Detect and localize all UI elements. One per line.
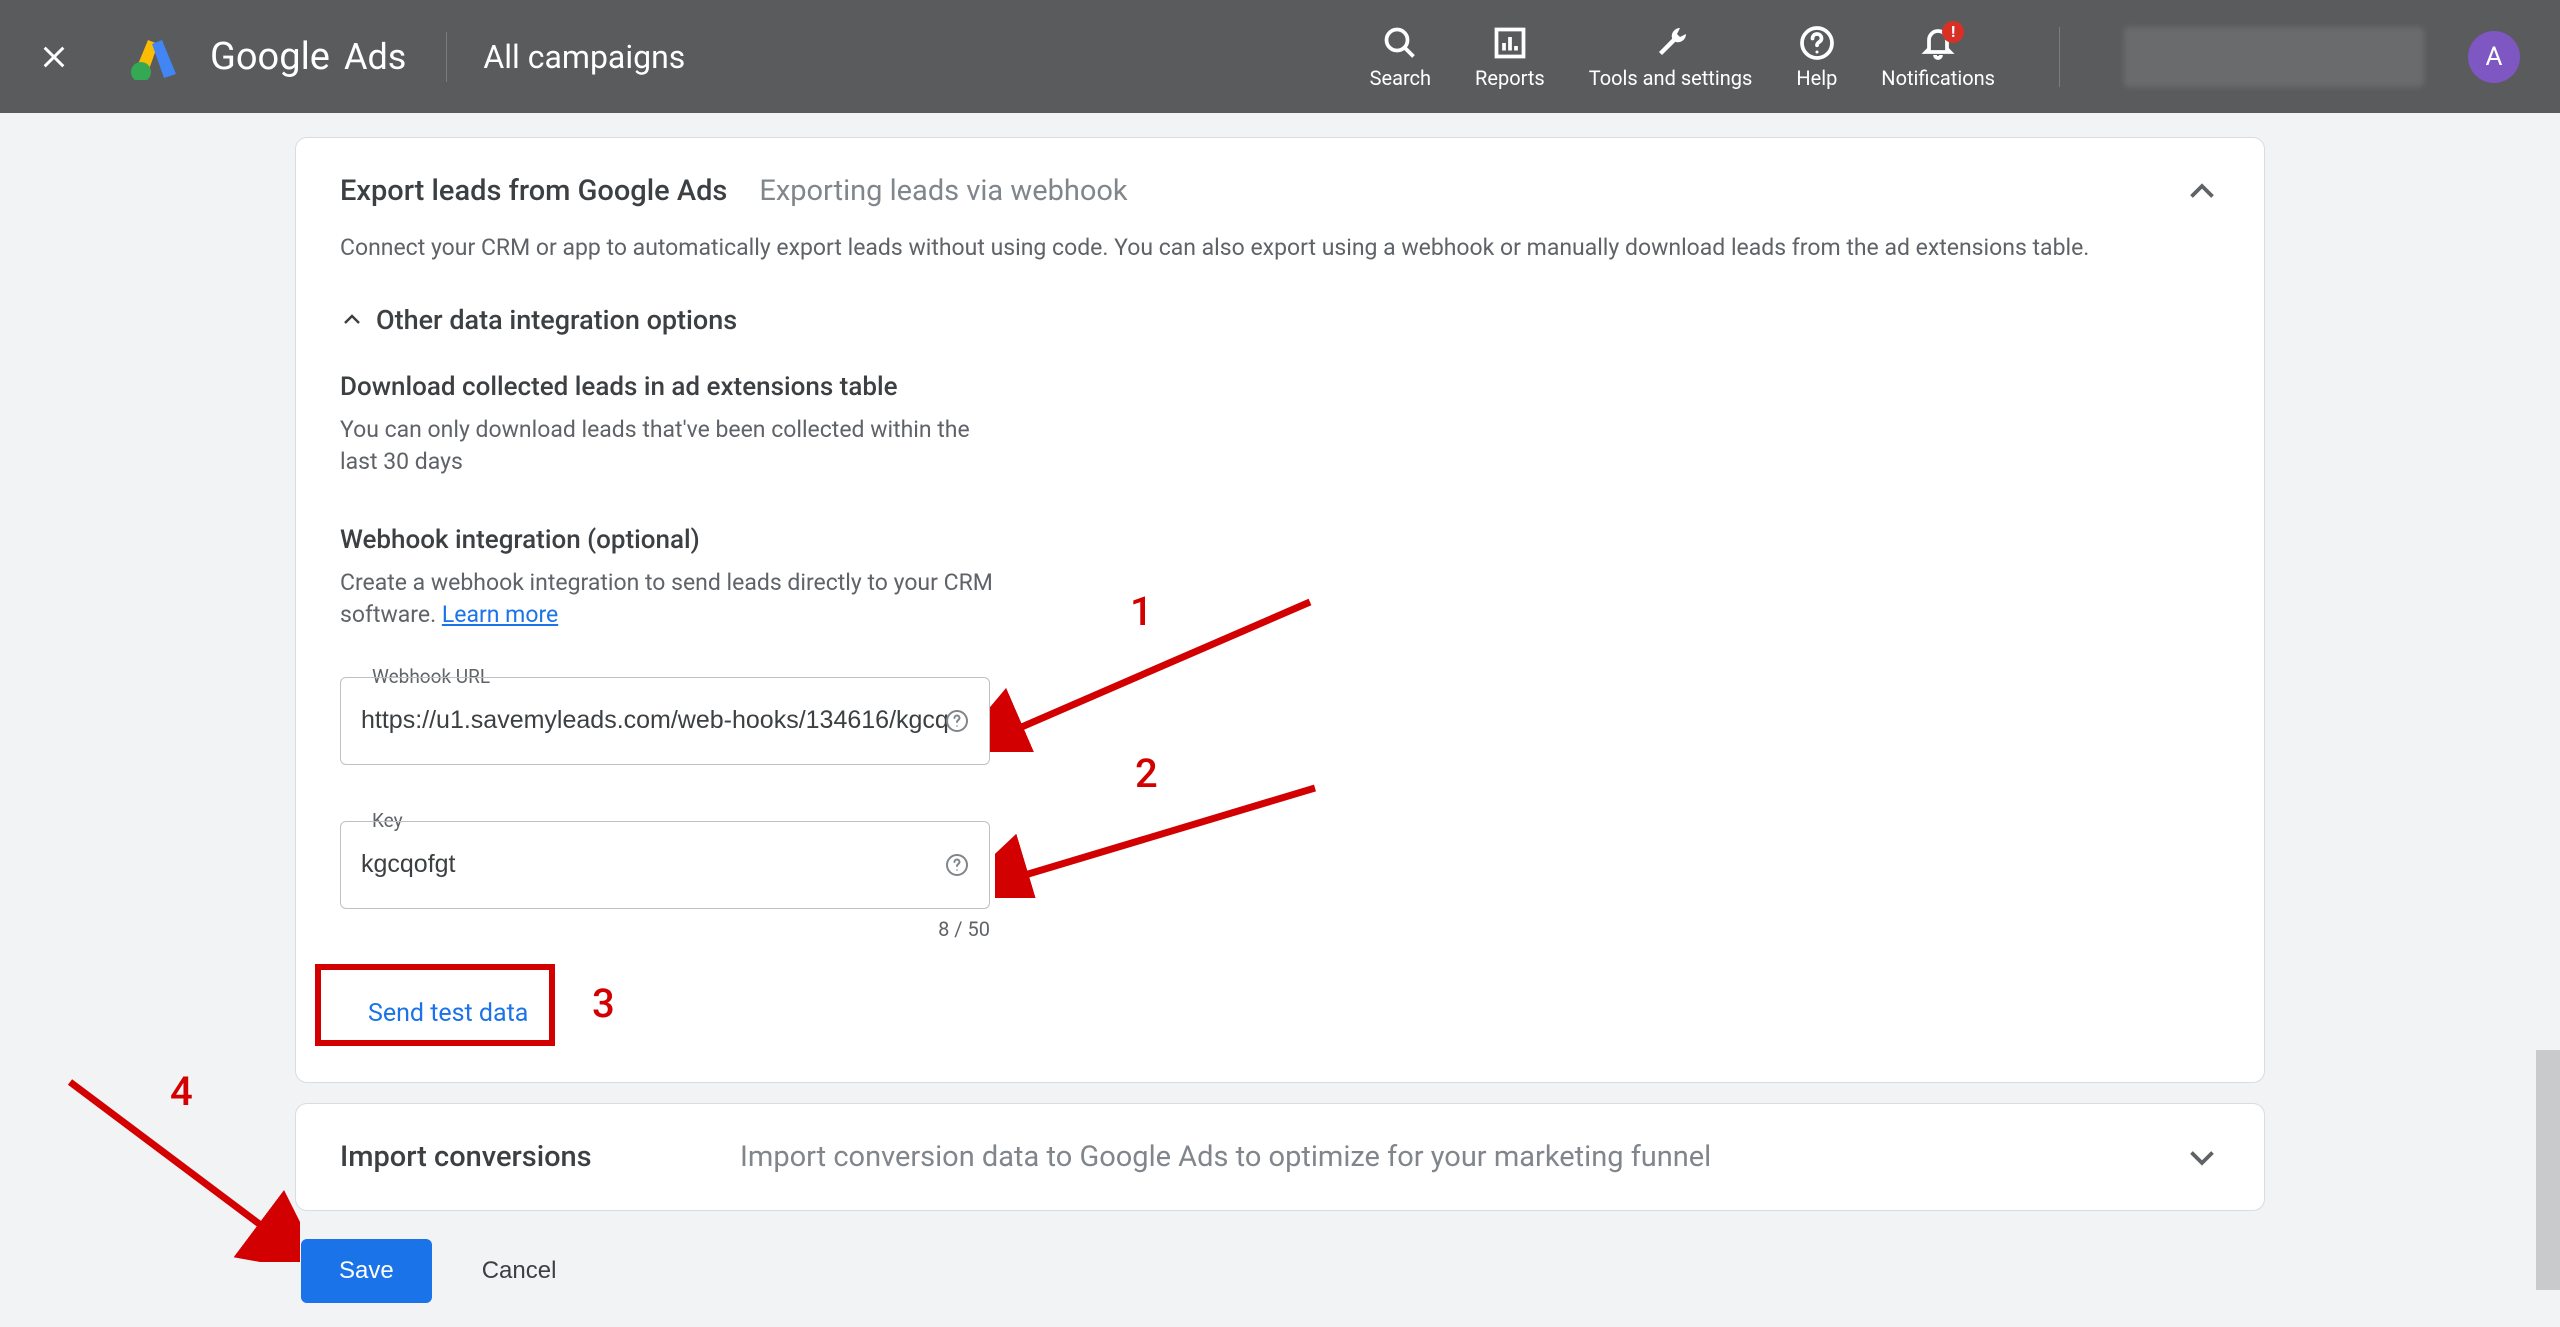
card-title-row: Export leads from Google Ads Exporting l…	[340, 174, 2220, 208]
key-char-count: 8 / 50	[340, 917, 990, 941]
help-icon	[1799, 25, 1835, 61]
tools-label: Tools and settings	[1589, 67, 1753, 89]
chevron-up-icon	[340, 308, 364, 332]
other-options-title: Other data integration options	[376, 304, 737, 336]
import-conversions-card[interactable]: Import conversions Import conversion dat…	[295, 1103, 2265, 1211]
header-divider-right	[2059, 27, 2060, 87]
bell-icon: !	[1920, 25, 1956, 61]
download-desc: You can only download leads that've been…	[340, 414, 980, 478]
annotation-number-3: 3	[592, 980, 615, 1027]
account-info-blurred[interactable]	[2124, 27, 2424, 87]
key-input-wrap[interactable]	[340, 821, 990, 909]
wrench-icon	[1653, 25, 1689, 61]
cancel-button[interactable]: Cancel	[462, 1239, 577, 1303]
download-heading: Download collected leads in ad extension…	[340, 372, 2220, 402]
webhook-desc-text: Create a webhook integration to send lea…	[340, 569, 993, 628]
import-conversions-desc: Import conversion data to Google Ads to …	[740, 1140, 1711, 1174]
user-avatar[interactable]: A	[2468, 31, 2520, 83]
notification-badge: !	[1942, 21, 1964, 43]
app-header: Google Ads All campaigns Search Reports …	[0, 0, 2560, 113]
breadcrumb-all-campaigns[interactable]: All campaigns	[483, 38, 685, 76]
learn-more-link[interactable]: Learn more	[442, 601, 558, 628]
reports-icon	[1492, 25, 1528, 61]
notifications-label: Notifications	[1881, 67, 1995, 89]
help-button[interactable]: Help	[1796, 25, 1837, 89]
google-ads-logo-icon	[128, 34, 182, 80]
help-icon[interactable]	[945, 853, 969, 877]
import-conversions-title: Import conversions	[340, 1140, 740, 1174]
reports-label: Reports	[1475, 67, 1545, 89]
action-button-row: Save Cancel	[295, 1239, 2265, 1303]
search-button[interactable]: Search	[1370, 25, 1431, 89]
header-actions: Search Reports Tools and settings Help !	[1370, 0, 2520, 113]
key-input[interactable]	[361, 850, 969, 879]
reports-button[interactable]: Reports	[1475, 25, 1545, 89]
annotation-arrow-1	[990, 592, 1330, 752]
search-icon	[1382, 25, 1418, 61]
annotation-arrow-2	[995, 778, 1335, 898]
other-options-toggle[interactable]: Other data integration options	[340, 304, 2220, 336]
notifications-button[interactable]: ! Notifications	[1881, 25, 1995, 89]
annotation-number-4: 4	[170, 1068, 193, 1115]
logo-google-text: Google	[210, 35, 330, 79]
webhook-url-input[interactable]	[361, 706, 969, 735]
webhook-heading: Webhook integration (optional)	[340, 525, 2220, 555]
help-icon[interactable]	[945, 709, 969, 733]
save-button[interactable]: Save	[301, 1239, 432, 1303]
header-divider	[446, 32, 447, 82]
tools-button[interactable]: Tools and settings	[1589, 25, 1753, 89]
logo-ads-text: Ads	[344, 36, 406, 78]
search-label: Search	[1370, 67, 1431, 89]
help-label: Help	[1796, 67, 1837, 89]
card-title: Export leads from Google Ads	[340, 174, 727, 208]
scrollbar-thumb[interactable]	[2536, 1050, 2560, 1290]
webhook-desc: Create a webhook integration to send lea…	[340, 567, 1000, 631]
annotation-box-3	[315, 964, 555, 1046]
close-icon[interactable]	[40, 43, 68, 71]
card-subtitle: Exporting leads via webhook	[759, 174, 1127, 208]
collapse-card-button[interactable]	[2184, 174, 2220, 210]
card-description: Connect your CRM or app to automatically…	[340, 232, 2220, 264]
annotation-number-1: 1	[1130, 588, 1153, 635]
webhook-url-input-wrap[interactable]	[340, 677, 990, 765]
annotation-number-2: 2	[1135, 750, 1158, 797]
expand-card-button[interactable]	[2184, 1139, 2220, 1175]
